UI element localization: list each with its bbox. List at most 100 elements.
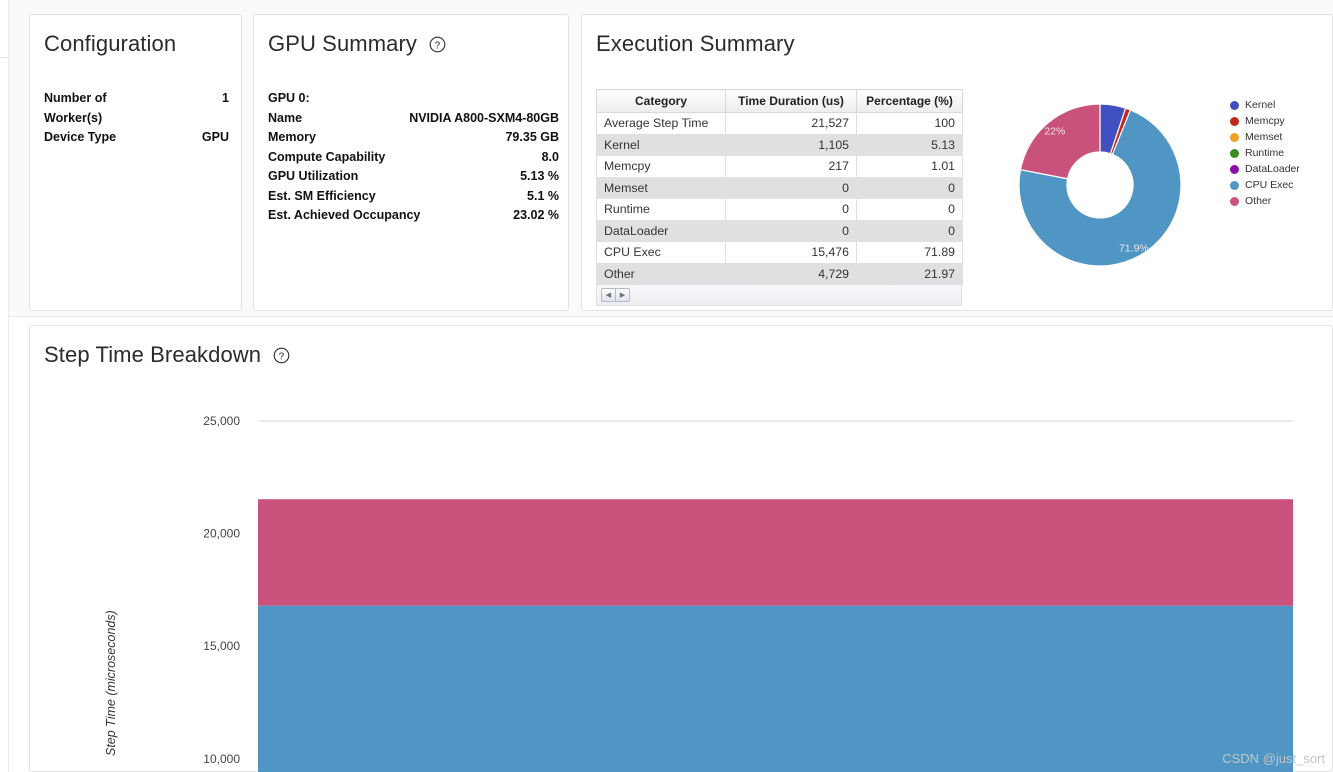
gpu-row: Name NVIDIA A800-SXM4-80GB xyxy=(268,109,559,129)
gpu-row: Memory 79.35 GB xyxy=(268,128,559,148)
config-row-key: Number of Worker(s) xyxy=(44,91,107,125)
gpu-row: Est. SM Efficiency 5.1 % xyxy=(268,187,559,207)
table-cell-category: Kernel xyxy=(596,134,726,156)
step-time-breakdown-title: Step Time Breakdown ? xyxy=(44,342,290,368)
step-time-area-chart[interactable]: 05,00010,00015,00020,00025,0001 xyxy=(30,366,1333,772)
table-cell-value: 4,729 xyxy=(725,263,857,285)
gpu-summary-title-text: GPU Summary xyxy=(268,31,418,56)
legend-color-dot xyxy=(1230,100,1239,110)
config-row: Device Type GPU xyxy=(44,128,229,148)
table-column-header[interactable]: Category xyxy=(596,89,726,113)
donut-slice[interactable] xyxy=(1019,103,1101,180)
table-row[interactable]: Other 4,729 21.97 xyxy=(596,263,963,285)
table-cell-value: 5.13 xyxy=(856,134,963,156)
table-row[interactable]: Memcpy 217 1.01 xyxy=(596,155,963,178)
legend-label: Other xyxy=(1245,195,1272,207)
legend-label: Memset xyxy=(1245,131,1283,143)
table-cell-category: Memset xyxy=(596,177,726,199)
legend-label: Kernel xyxy=(1245,99,1276,111)
donut-slice-label: 22% xyxy=(1044,125,1065,137)
donut-legend-item[interactable]: Other xyxy=(1230,193,1300,209)
gpu-device-label: GPU 0: xyxy=(268,91,310,105)
gpu-row: Est. Achieved Occupancy 23.02 % xyxy=(268,206,559,226)
gpu-row-value: 8.0 xyxy=(541,149,559,164)
gpu-row-key: Compute Capability xyxy=(268,149,386,164)
donut-legend-item[interactable]: Kernel xyxy=(1230,97,1300,113)
table-row[interactable]: Kernel 1,105 5.13 xyxy=(596,134,963,156)
legend-color-dot xyxy=(1230,116,1239,126)
execution-summary-donut-chart: 71.9% 22% Kernel Memcpy Memset Runtime DataLo… xyxy=(982,89,1322,289)
sidebar-edge-line xyxy=(8,0,9,772)
profiler-overview-page: Configuration Number of Worker(s) 1 Device… xyxy=(0,0,1333,772)
svg-text:?: ? xyxy=(279,351,285,362)
y-axis-tick-label: 20,000 xyxy=(203,527,240,541)
execution-summary-card: Execution Summary Category Time Duration … xyxy=(581,14,1333,311)
table-cell-category: Memcpy xyxy=(596,155,726,178)
table-cell-value: 0 xyxy=(856,177,963,199)
gpu-row-key: Name xyxy=(268,110,303,125)
legend-color-dot xyxy=(1230,148,1239,158)
legend-color-dot xyxy=(1230,196,1239,206)
table-cell-category: CPU Exec xyxy=(596,241,726,264)
table-cell-category: Other xyxy=(596,263,726,285)
donut-svg[interactable]: 71.9% 22% xyxy=(988,89,1228,281)
table-cell-value: 1,105 xyxy=(725,134,857,156)
table-cell-value: 0 xyxy=(725,220,857,242)
table-cell-value: 100 xyxy=(856,112,963,135)
donut-legend-item[interactable]: Memcpy xyxy=(1230,113,1300,129)
y-axis-tick-label: 15,000 xyxy=(203,639,240,653)
table-row[interactable]: Average Step Time 21,527 100 xyxy=(596,112,963,135)
table-column-header[interactable]: Time Duration (us) xyxy=(725,89,857,113)
donut-legend-item[interactable]: CPU Exec xyxy=(1230,177,1300,193)
area-series-band[interactable] xyxy=(258,499,1293,606)
gpu-summary-title: GPU Summary ? xyxy=(268,31,446,57)
configuration-key-values: Number of Worker(s) 1 Device Type GPU xyxy=(44,89,229,148)
legend-label: Runtime xyxy=(1245,147,1285,159)
table-row[interactable]: DataLoader 0 0 xyxy=(596,220,963,242)
triangle-right-icon[interactable]: ▶ xyxy=(616,289,629,301)
donut-legend-item[interactable]: DataLoader xyxy=(1230,161,1300,177)
table-row[interactable]: Memset 0 0 xyxy=(596,177,963,199)
gpu-row-key: Memory xyxy=(268,130,316,144)
table-cell-category: Runtime xyxy=(596,198,726,221)
triangle-left-icon[interactable]: ◀ xyxy=(602,289,615,301)
watermark: CSDN @just_sort xyxy=(1222,751,1325,766)
legend-color-dot xyxy=(1230,180,1239,190)
donut-slice-label: 71.9% xyxy=(1119,242,1149,254)
execution-summary-title: Execution Summary xyxy=(596,31,795,56)
step-time-breakdown-card: Step Time Breakdown ? Step Time (microse… xyxy=(29,325,1333,772)
table-pager[interactable]: ◀ ▶ xyxy=(601,288,630,302)
area-series-band[interactable] xyxy=(258,605,1293,772)
step-time-breakdown-title-text: Step Time Breakdown xyxy=(44,342,262,367)
legend-label: Memcpy xyxy=(1245,115,1285,127)
legend-label: DataLoader xyxy=(1245,163,1300,175)
table-column-header[interactable]: Percentage (%) xyxy=(856,89,963,113)
gpu-row: GPU Utilization 5.13 % xyxy=(268,167,559,187)
table-cell-value: 0 xyxy=(856,198,963,221)
configuration-title: Configuration xyxy=(44,31,177,56)
table-cell-category: DataLoader xyxy=(596,220,726,242)
execution-summary-table: Category Time Duration (us) Percentage (%)… xyxy=(596,89,963,285)
config-row: Number of Worker(s) 1 xyxy=(44,89,229,128)
legend-label: CPU Exec xyxy=(1245,179,1294,191)
table-cell-value: 15,476 xyxy=(725,241,857,264)
table-cell-value: 0 xyxy=(725,198,857,221)
donut-legend-item[interactable]: Memset xyxy=(1230,129,1300,145)
table-row[interactable]: Runtime 0 0 xyxy=(596,198,963,221)
panel-divider xyxy=(9,316,1333,317)
table-row[interactable]: CPU Exec 15,476 71.89 xyxy=(596,241,963,264)
gpu-summary-key-values: GPU 0: Name NVIDIA A800-SXM4-80GB Memory 79… xyxy=(268,89,559,226)
question-circle-icon[interactable]: ? xyxy=(429,36,446,53)
gpu-row-value: NVIDIA A800-SXM4-80GB xyxy=(409,110,559,125)
table-cell-value: 21.97 xyxy=(856,263,963,285)
table-cell-value: 21,527 xyxy=(725,112,857,135)
question-circle-icon[interactable]: ? xyxy=(273,347,290,364)
gpu-row-key: Est. SM Efficiency xyxy=(268,188,376,203)
legend-color-dot xyxy=(1230,164,1239,174)
legend-color-dot xyxy=(1230,132,1239,142)
donut-legend-item[interactable]: Runtime xyxy=(1230,145,1300,161)
table-cell-value: 71.89 xyxy=(856,241,963,264)
gpu-row: Compute Capability 8.0 xyxy=(268,148,559,168)
config-row-value: GPU xyxy=(201,130,229,144)
gpu-summary-card: GPU Summary ? GPU 0: Name NVIDIA A800-SXM… xyxy=(253,14,569,311)
